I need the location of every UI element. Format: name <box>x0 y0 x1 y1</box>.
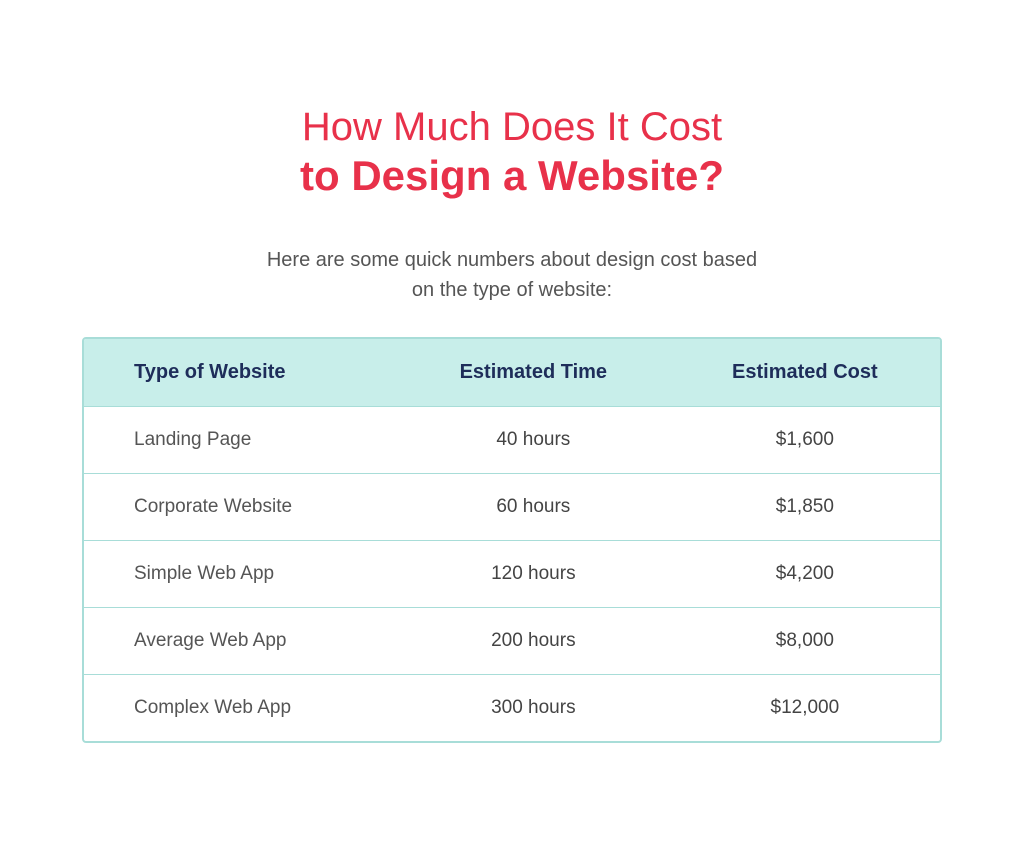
col-header-type: Type of Website <box>84 339 397 407</box>
cell-time: 120 hours <box>397 541 670 608</box>
cell-type: Complex Web App <box>84 675 397 742</box>
title-line2: to Design a Website? <box>300 151 724 201</box>
cell-cost: $8,000 <box>670 608 940 675</box>
cell-cost: $12,000 <box>670 675 940 742</box>
cell-time: 60 hours <box>397 474 670 541</box>
col-header-time: Estimated Time <box>397 339 670 407</box>
cell-time: 200 hours <box>397 608 670 675</box>
main-container: How Much Does It Cost to Design a Websit… <box>82 103 942 743</box>
table-row: Simple Web App120 hours$4,200 <box>84 541 940 608</box>
cell-type: Corporate Website <box>84 474 397 541</box>
title-section: How Much Does It Cost to Design a Websit… <box>300 103 724 201</box>
table-header-row: Type of Website Estimated Time Estimated… <box>84 339 940 407</box>
table-row: Average Web App200 hours$8,000 <box>84 608 940 675</box>
cost-table: Type of Website Estimated Time Estimated… <box>84 339 940 741</box>
col-header-cost: Estimated Cost <box>670 339 940 407</box>
cell-time: 300 hours <box>397 675 670 742</box>
cell-time: 40 hours <box>397 407 670 474</box>
subtitle: Here are some quick numbers about design… <box>267 245 757 305</box>
table-row: Corporate Website60 hours$1,850 <box>84 474 940 541</box>
table-row: Landing Page40 hours$1,600 <box>84 407 940 474</box>
cell-type: Landing Page <box>84 407 397 474</box>
title-line1: How Much Does It Cost <box>300 103 724 151</box>
table-row: Complex Web App300 hours$12,000 <box>84 675 940 742</box>
table-wrapper: Type of Website Estimated Time Estimated… <box>82 337 942 743</box>
cell-cost: $1,850 <box>670 474 940 541</box>
cell-type: Simple Web App <box>84 541 397 608</box>
cell-cost: $1,600 <box>670 407 940 474</box>
cell-type: Average Web App <box>84 608 397 675</box>
cell-cost: $4,200 <box>670 541 940 608</box>
